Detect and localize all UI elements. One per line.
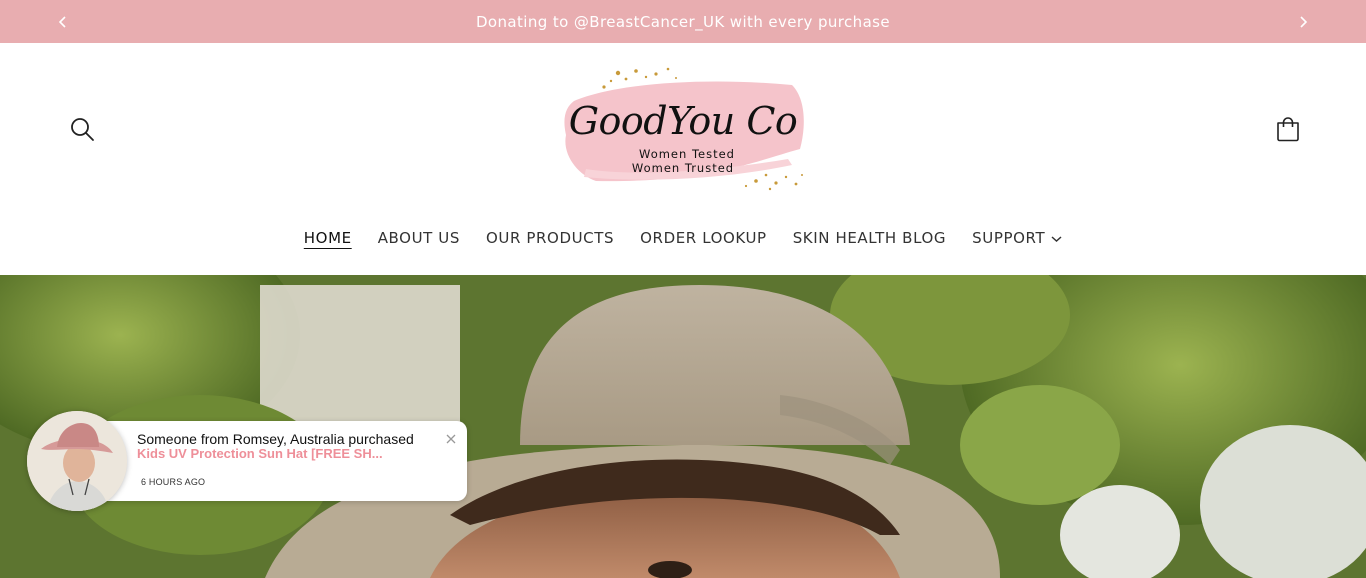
- nav-item-our-products[interactable]: OUR PRODUCTS: [486, 229, 614, 250]
- search-icon: [71, 118, 94, 141]
- announcement-next-button[interactable]: [1288, 0, 1318, 43]
- search-button[interactable]: [68, 115, 96, 143]
- popup-product-thumbnail[interactable]: [27, 411, 127, 511]
- popup-close-button[interactable]: [445, 432, 457, 444]
- recent-purchase-popup[interactable]: Someone from Romsey, Australia purchased…: [27, 411, 467, 511]
- close-icon: [446, 434, 456, 444]
- chevron-down-icon: [1051, 235, 1062, 242]
- popup-message: Someone from Romsey, Australia purchased: [137, 431, 414, 447]
- logo-tagline-1: Women Tested: [639, 147, 735, 161]
- cart-button[interactable]: [1274, 115, 1302, 143]
- logo-brand-text: GoodYou Co: [568, 99, 798, 143]
- popup-timestamp: 6 HOURS AGO: [141, 477, 206, 487]
- shopping-bag-icon: [1277, 117, 1299, 142]
- nav-item-order-lookup[interactable]: ORDER LOOKUP: [640, 229, 767, 250]
- logo-tagline-2: Women Trusted: [631, 161, 735, 175]
- chevron-right-icon: [1300, 15, 1308, 28]
- announcement-prev-button[interactable]: [48, 0, 78, 43]
- chevron-left-icon: [58, 15, 66, 28]
- nav-item-about-us[interactable]: ABOUT US: [378, 229, 460, 250]
- site-header: GoodYou Co Women Tested Women Trusted HO…: [0, 43, 1366, 275]
- main-nav: HOME ABOUT US OUR PRODUCTS ORDER LOOKUP …: [0, 229, 1366, 253]
- nav-item-support[interactable]: SUPPORT: [972, 229, 1062, 250]
- product-photo: [27, 411, 127, 511]
- nav-item-home[interactable]: HOME: [304, 229, 352, 250]
- nav-item-skin-health-blog[interactable]: SKIN HEALTH BLOG: [793, 229, 946, 250]
- announcement-text: Donating to @BreastCancer_UK with every …: [475, 12, 891, 31]
- site-logo[interactable]: GoodYou Co Women Tested Women Trusted: [556, 65, 810, 195]
- announcement-bar: Donating to @BreastCancer_UK with every …: [0, 0, 1366, 43]
- popup-product-link[interactable]: Kids UV Protection Sun Hat [FREE SH...: [137, 446, 383, 461]
- nav-item-support-label: SUPPORT: [972, 229, 1046, 247]
